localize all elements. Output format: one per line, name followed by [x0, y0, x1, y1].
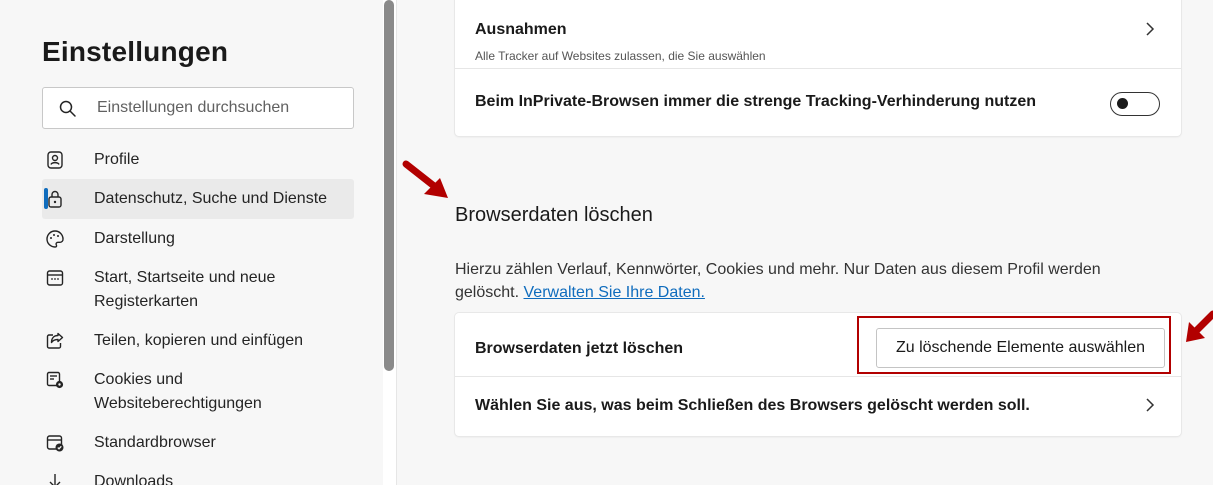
clear-on-close-label: Wählen Sie aus, was beim Schließen des B… [475, 397, 1030, 414]
clear-now-label: Browserdaten jetzt löschen [475, 340, 684, 357]
sidebar-item-profile[interactable]: Profile [42, 148, 354, 172]
sidebar-item-share[interactable]: Teilen, kopieren und einfügen [42, 329, 354, 353]
chevron-right-icon [1146, 22, 1155, 36]
toggle-knob [1117, 98, 1128, 109]
tracking-card: Ausnahmen Alle Tracker auf Websites zula… [455, 0, 1181, 136]
download-icon [49, 474, 61, 485]
exceptions-row[interactable]: Ausnahmen Alle Tracker auf Websites zula… [455, 0, 1181, 66]
row-divider [455, 68, 1181, 69]
clear-data-heading: Browserdaten löschen [455, 204, 653, 226]
sidebar-item-label: Start, Startseite und neue Registerkarte… [94, 269, 276, 310]
sidebar-item-label: Teilen, kopieren und einfügen [94, 332, 304, 349]
exceptions-subtitle: Alle Tracker auf Websites zulassen, die … [475, 49, 766, 63]
settings-main-pane: Ausnahmen Alle Tracker auf Websites zula… [397, 0, 1213, 485]
search-icon [59, 100, 76, 117]
settings-sidebar: Einstellungen Profile Datenschutz, Suche… [0, 0, 383, 485]
palette-icon [46, 230, 64, 248]
sidebar-title: Einstellungen [42, 36, 229, 67]
sidebar-item-label: Darstellung [94, 230, 175, 247]
chevron-right-icon [1146, 398, 1155, 412]
sidebar-item-privacy[interactable]: Datenschutz, Suche und Dienste [42, 179, 354, 219]
sidebar-item-appearance[interactable]: Darstellung [42, 227, 354, 251]
lock-icon [48, 190, 62, 208]
default-browser-icon [46, 435, 64, 452]
sidebar-scrollbar-thumb[interactable] [384, 0, 394, 371]
sidebar-item-cookies[interactable]: Cookies und Websiteberechtigungen [42, 368, 354, 416]
annotation-highlight-box [857, 316, 1171, 374]
sidebar-item-start-page[interactable]: Start, Startseite und neue Registerkarte… [42, 266, 354, 314]
sidebar-item-label: Profile [94, 151, 140, 168]
inprivate-strict-toggle[interactable] [1110, 92, 1160, 116]
sidebar-item-label: Downloads [94, 473, 174, 485]
annotation-arrow-icon [1186, 310, 1213, 342]
share-icon [46, 332, 64, 349]
sidebar-item-label: Cookies und Websiteberechtigungen [94, 371, 262, 412]
active-indicator [44, 188, 48, 209]
sidebar-item-label: Datenschutz, Suche und Dienste [94, 190, 328, 207]
sidebar-item-default-browser[interactable]: Standardbrowser [42, 431, 354, 455]
cookies-settings-icon [46, 371, 64, 389]
settings-search-input[interactable] [97, 88, 347, 128]
settings-search-box[interactable] [42, 87, 354, 129]
sidebar-item-label: Standardbrowser [94, 434, 216, 451]
inprivate-strict-label: Beim InPrivate-Browsen immer die strenge… [475, 93, 1037, 110]
profile-icon [47, 151, 63, 169]
exceptions-title: Ausnahmen [475, 21, 567, 38]
sidebar-item-downloads[interactable]: Downloads [42, 470, 354, 485]
manage-your-data-link[interactable]: Verwalten Sie Ihre Daten. [524, 284, 705, 301]
annotation-arrow-icon [402, 160, 448, 198]
new-tab-icon [46, 270, 64, 286]
clear-on-close-row[interactable]: Wählen Sie aus, was beim Schließen des B… [455, 377, 1181, 436]
clear-data-description: Hierzu zählen Verlauf, Kennwörter, Cooki… [455, 258, 1155, 304]
